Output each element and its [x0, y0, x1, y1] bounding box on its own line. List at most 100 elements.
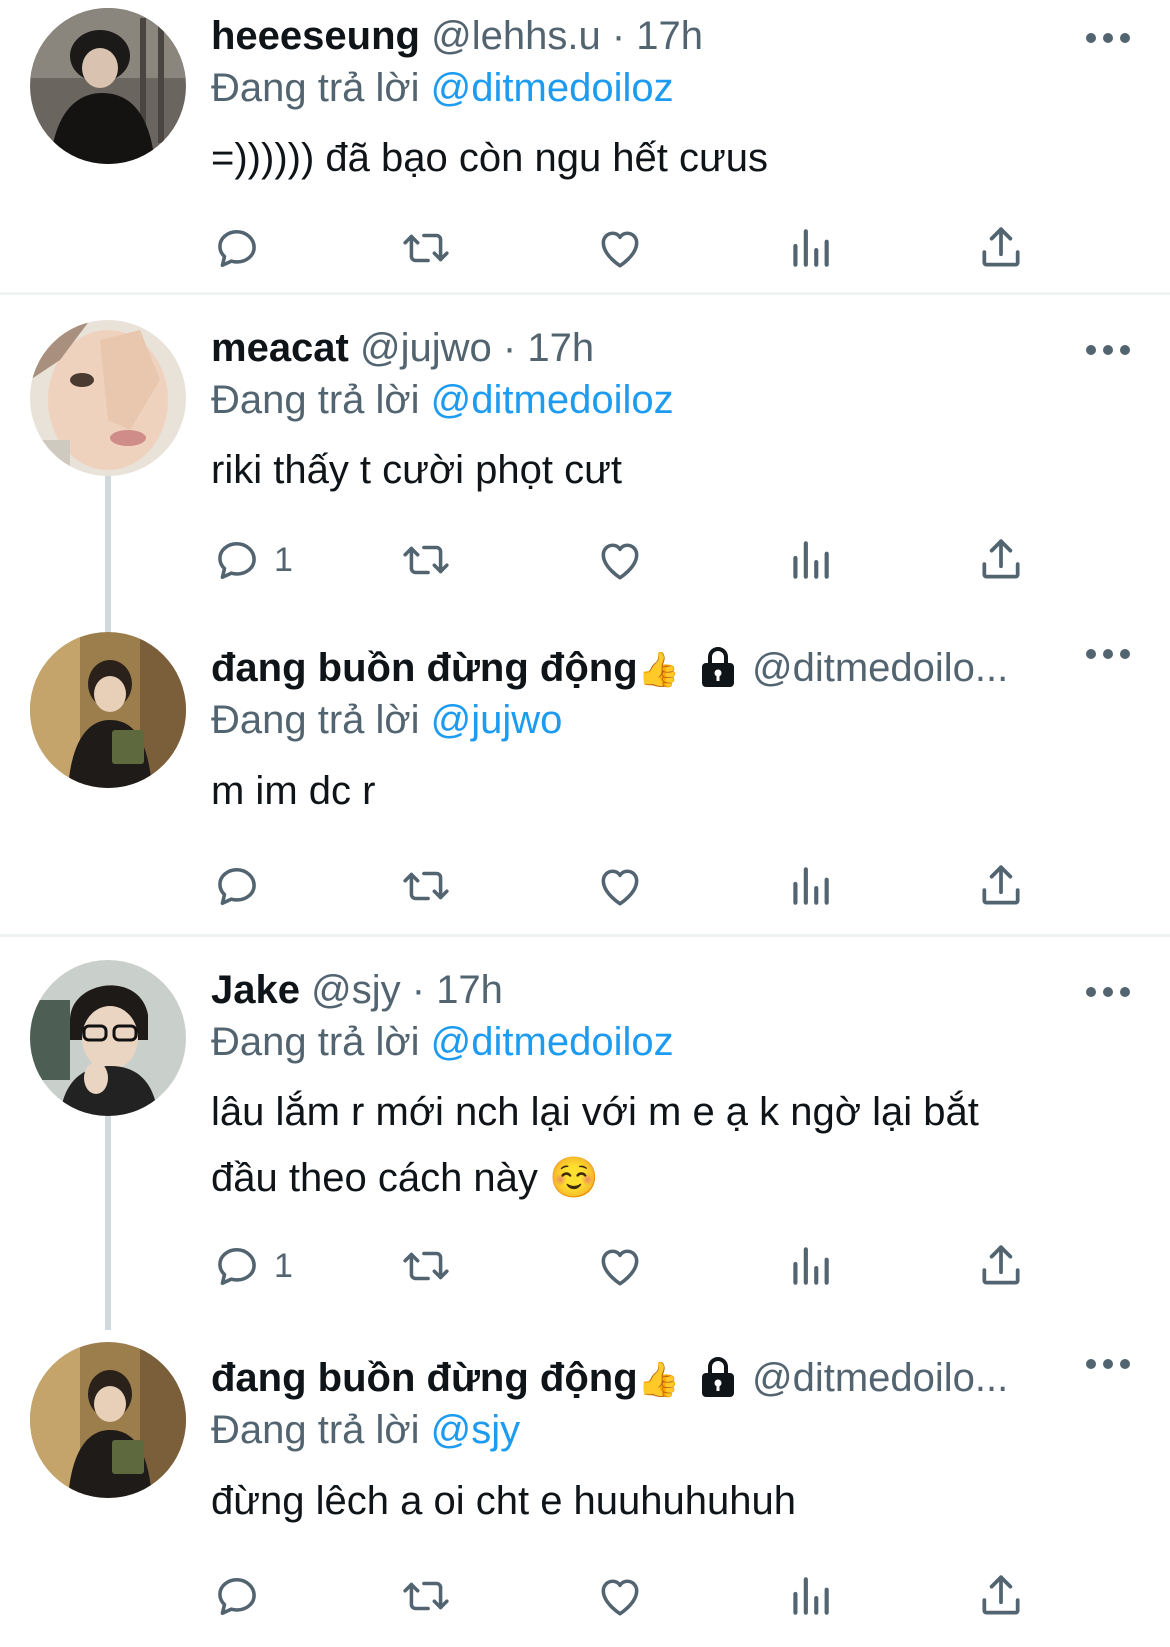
user-handle[interactable]: @ditmedoilo... [752, 646, 1008, 690]
replying-to-label: Đang trả lời [211, 66, 420, 110]
like-icon [595, 1241, 645, 1291]
replying-to-mention[interactable]: @ditmedoiloz [431, 1020, 674, 1064]
reply-button[interactable] [212, 1566, 274, 1626]
views-button[interactable] [785, 218, 835, 278]
timestamp[interactable]: 17h [636, 14, 703, 58]
avatar[interactable] [30, 960, 186, 1116]
more-icon[interactable] [1082, 18, 1134, 58]
views-button[interactable] [785, 856, 835, 916]
share-button[interactable] [976, 1236, 1026, 1296]
like-button[interactable] [595, 1236, 645, 1296]
user-handle[interactable]: @ditmedoilo... [752, 1356, 1008, 1400]
reply-button[interactable] [212, 218, 274, 278]
reply-icon [212, 1241, 262, 1291]
avatar[interactable] [30, 1342, 186, 1498]
tweet-text: m im dc r [211, 769, 376, 813]
display-name[interactable]: meacat [211, 326, 349, 370]
like-button[interactable] [595, 530, 645, 590]
divider [0, 292, 1170, 295]
replying-to-mention[interactable]: @ditmedoiloz [431, 378, 674, 422]
action-bar [0, 1566, 1170, 1626]
display-name[interactable]: đang buồn đừng động [211, 646, 638, 690]
replying-to-mention[interactable]: @ditmedoiloz [431, 66, 674, 110]
more-icon[interactable] [1082, 1344, 1134, 1384]
replying-to-mention[interactable]: @jujwo [431, 698, 563, 742]
share-icon [976, 223, 1026, 273]
user-handle[interactable]: @jujwo [360, 326, 492, 370]
action-bar [0, 856, 1170, 916]
tweet[interactable]: đang buồn đừng động👍 @ditmedoilo... Đang … [0, 620, 1170, 936]
share-button[interactable] [976, 218, 1026, 278]
user-handle[interactable]: @lehhs.u [431, 14, 601, 58]
tweet-text: =)))))) đã bạo còn ngu hết cưus [211, 136, 769, 180]
views-button[interactable] [785, 1236, 835, 1296]
retweet-icon [401, 861, 451, 911]
reply-count: 1 [274, 540, 293, 579]
reply-button[interactable]: 1 [212, 530, 293, 590]
timestamp[interactable]: 17h [436, 968, 503, 1012]
avatar[interactable] [30, 320, 186, 476]
share-icon [976, 535, 1026, 585]
tweet-text: riki thấy t cười phọt cưt [211, 448, 623, 492]
replying-to-label: Đang trả lời [211, 698, 420, 742]
display-name[interactable]: heeeseung [211, 14, 420, 58]
views-button[interactable] [785, 530, 835, 590]
like-icon [595, 223, 645, 273]
like-icon [595, 535, 645, 585]
replying-to: Đang trả lời @ditmedoiloz [211, 374, 674, 426]
separator-dot: · [611, 14, 626, 58]
user-handle[interactable]: @sjy [311, 968, 401, 1012]
replying-to-label: Đang trả lời [211, 1408, 420, 1452]
tweet[interactable]: Jake @sjy · 17h Đang trả lời @ditmedoilo… [0, 942, 1170, 1322]
tweet-header: meacat @jujwo · 17h [211, 322, 1118, 374]
action-bar: 1 [0, 530, 1170, 590]
replying-to: Đang trả lời @ditmedoiloz [211, 62, 674, 114]
share-button[interactable] [976, 856, 1026, 916]
replying-to-mention[interactable]: @sjy [431, 1408, 521, 1452]
retweet-button[interactable] [401, 218, 451, 278]
avatar[interactable] [30, 632, 186, 788]
replying-to-label: Đang trả lời [211, 378, 420, 422]
share-button[interactable] [976, 530, 1026, 590]
retweet-icon [401, 223, 451, 273]
reply-icon [212, 535, 262, 585]
retweet-icon [401, 535, 451, 585]
avatar[interactable] [30, 8, 186, 164]
thumbs-up-emoji: 👍 [637, 1361, 680, 1399]
retweet-icon [401, 1571, 451, 1621]
like-button[interactable] [595, 1566, 645, 1626]
views-button[interactable] [785, 1566, 835, 1626]
views-icon [785, 1571, 835, 1621]
like-button[interactable] [595, 856, 645, 916]
share-button[interactable] [976, 1566, 1026, 1626]
reply-button[interactable]: 1 [212, 1236, 293, 1296]
retweet-button[interactable] [401, 856, 451, 916]
retweet-button[interactable] [401, 1236, 451, 1296]
tweet[interactable]: heeeseung @lehhs.u · 17h Đang trả lời @d… [0, 0, 1170, 292]
tweet-text-line-2: đầu theo cách này [211, 1156, 538, 1200]
display-name[interactable]: đang buồn đừng động [211, 1356, 638, 1400]
tweet-text: đừng lêch a oi cht e huuhuhuhuh [211, 1479, 797, 1523]
lock-icon [698, 645, 738, 689]
timestamp[interactable]: 17h [527, 326, 594, 370]
like-button[interactable] [595, 218, 645, 278]
retweet-icon [401, 1241, 451, 1291]
retweet-button[interactable] [401, 530, 451, 590]
divider [0, 934, 1170, 937]
thumbs-up-emoji: 👍 [637, 651, 680, 689]
retweet-button[interactable] [401, 1566, 451, 1626]
more-icon[interactable] [1082, 330, 1134, 370]
action-bar [0, 218, 1170, 278]
display-name[interactable]: Jake [211, 968, 300, 1012]
reply-button[interactable] [212, 856, 274, 916]
views-icon [785, 223, 835, 273]
share-icon [976, 1571, 1026, 1621]
reply-icon [212, 861, 262, 911]
tweet[interactable]: meacat @jujwo · 17h Đang trả lời @ditmed… [0, 300, 1170, 602]
views-icon [785, 535, 835, 585]
replying-to: Đang trả lời @jujwo [211, 694, 562, 746]
more-icon[interactable] [1082, 972, 1134, 1012]
like-icon [595, 1571, 645, 1621]
tweet[interactable]: đang buồn đừng động👍 @ditmedoilo... Đang … [0, 1330, 1170, 1646]
more-icon[interactable] [1082, 634, 1134, 674]
